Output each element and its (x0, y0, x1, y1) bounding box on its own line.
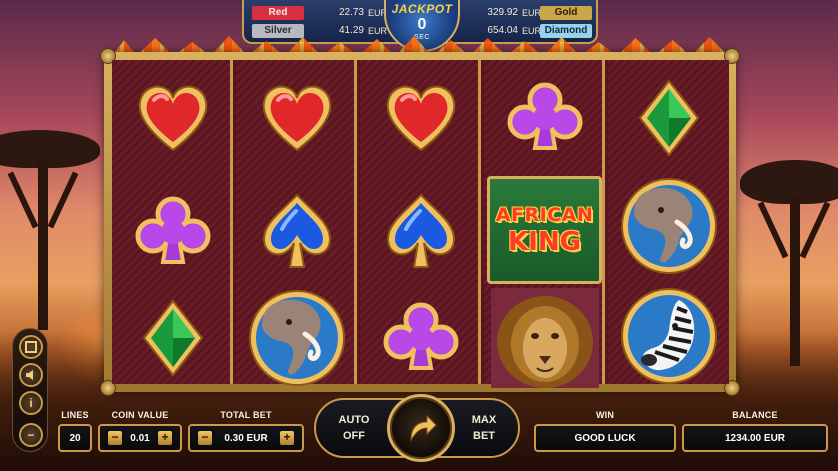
coin-value: 0.01 (130, 432, 150, 444)
coin-value-minus-button[interactable]: − (108, 431, 122, 445)
win-box: GOOD LUCK (534, 424, 676, 452)
reel-2 (236, 60, 357, 386)
win-value: GOOD LUCK (574, 432, 636, 444)
jackpot-red-value: 22.73 (338, 7, 364, 18)
african-king-wild: AFRICAN KING (487, 176, 602, 284)
diamond-symbol (112, 284, 233, 392)
auto-play-label: AUTO (338, 414, 370, 426)
elephant-symbol (608, 172, 729, 280)
total-bet-minus-button[interactable]: − (198, 431, 212, 445)
jackpot-tier-gold: Gold (540, 6, 592, 20)
total-bet-plus-button[interactable]: + (280, 431, 294, 445)
reel-4: AFRICAN KING (484, 60, 605, 388)
win-label: WIN (595, 410, 615, 420)
total-bet-label: TOTAL BET (220, 410, 272, 420)
wild-title-line1: AFRICAN (495, 203, 594, 226)
coin-value-box: − 0.01 + (98, 424, 182, 452)
jackpot-silver-currency: EUR (368, 26, 388, 36)
spin-button[interactable] (387, 394, 455, 462)
jackpot-gold-currency: EUR (522, 8, 542, 18)
spin-panel: AUTO OFF MAX BET (314, 394, 520, 462)
spade-symbol (360, 178, 481, 286)
lines-value: 20 (69, 432, 81, 444)
heart-symbol (360, 64, 481, 172)
reel-frame: AFRICAN KING (100, 48, 740, 396)
diamond-symbol (608, 64, 729, 172)
acacia-tree-left (0, 130, 110, 330)
jackpot-tier-silver: Silver (252, 24, 304, 38)
balance-label: BALANCE (732, 410, 778, 420)
club-symbol (484, 64, 605, 172)
jackpot-diamond-value: 654.04 (487, 25, 518, 36)
club-symbol (112, 178, 233, 286)
jackpot-tier-red: Red (252, 6, 304, 20)
auto-play-state: OFF (343, 430, 365, 442)
coin-value-label: COIN VALUE (111, 410, 169, 420)
info-icon[interactable]: i (19, 391, 43, 415)
sound-icon[interactable] (19, 363, 43, 387)
heart-symbol (236, 64, 357, 172)
lines-value-box[interactable]: 20 (58, 424, 92, 452)
lines-label: LINES (61, 410, 89, 420)
jackpot-gold-value: 329.92 (487, 7, 518, 18)
jackpot-counter: 0 (417, 16, 427, 33)
minus-icon[interactable]: − (19, 423, 43, 447)
reel-3 (360, 60, 481, 384)
club-symbol (360, 284, 481, 392)
jackpot-tier-diamond: Diamond (540, 24, 592, 38)
heart-symbol (112, 64, 233, 172)
balance-box: 1234.00 EUR (682, 424, 828, 452)
total-bet-value: 0.30 EUR (224, 432, 268, 444)
spade-symbol (236, 178, 357, 286)
acacia-tree-right (740, 160, 838, 366)
jackpot-diamond-currency: EUR (522, 26, 542, 36)
jackpot-silver-value: 41.29 (338, 25, 364, 36)
max-bet-button[interactable]: MAX BET (460, 412, 508, 444)
max-bet-label-line2: BET (473, 430, 495, 442)
wild-title-line2: KING (508, 226, 581, 257)
reel-5 (608, 60, 729, 384)
total-bet-box: − 0.30 EUR + (188, 424, 304, 452)
jackpot-title: JACKPOT (391, 2, 453, 16)
lion-symbol (484, 284, 605, 392)
balance-value: 1234.00 EUR (724, 432, 786, 444)
spin-arrow-icon (410, 414, 437, 442)
side-menu: i − (12, 328, 48, 452)
fullscreen-icon[interactable] (19, 335, 43, 359)
jackpot-bar: Red 22.73 EUR Silver 41.29 EUR JACKPOT 0… (242, 0, 598, 52)
reel-1 (112, 60, 233, 384)
auto-play-button[interactable]: AUTO OFF (330, 412, 378, 444)
reel-area: AFRICAN KING (112, 60, 729, 388)
elephant-symbol (236, 284, 357, 392)
jackpot-unit: SEC (414, 34, 430, 41)
zebra-symbol (608, 282, 729, 390)
coin-value-plus-button[interactable]: + (158, 431, 172, 445)
max-bet-label-line1: MAX (471, 414, 497, 426)
